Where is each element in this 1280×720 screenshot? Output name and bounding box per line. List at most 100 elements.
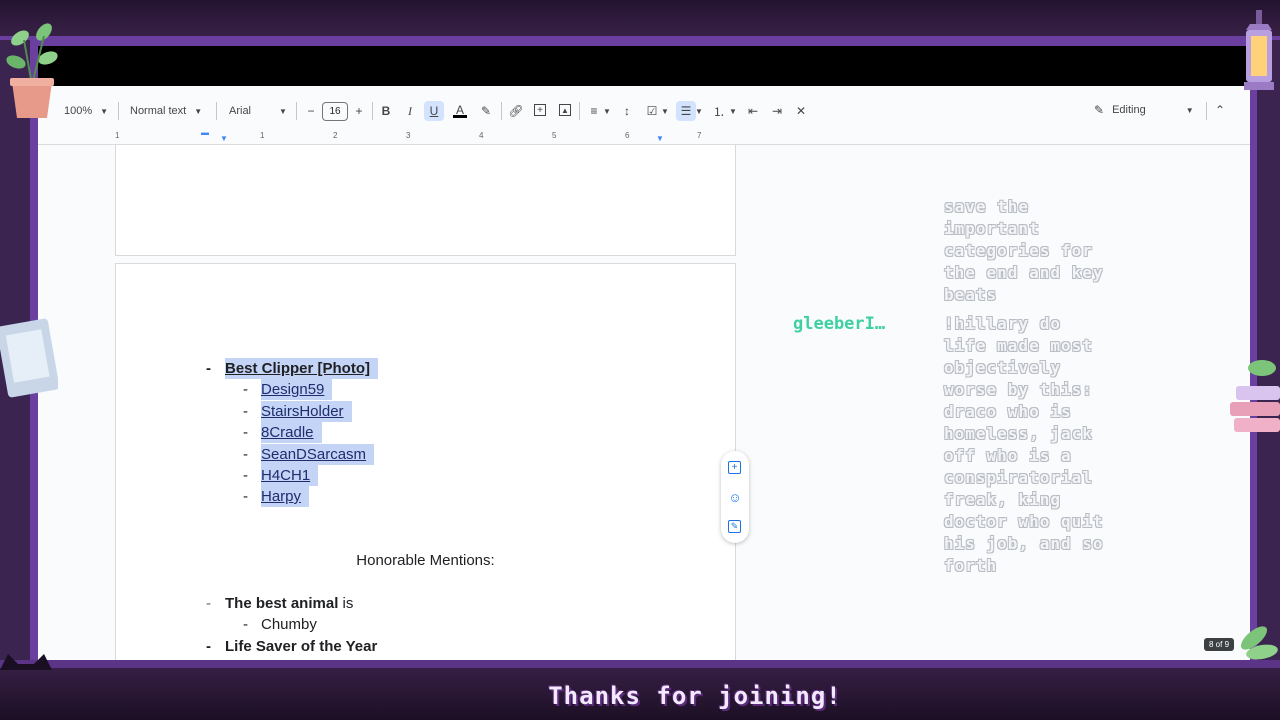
- checklist-dropdown[interactable]: ▼: [659, 103, 669, 119]
- life-saver-line[interactable]: Life Saver of the Year: [225, 638, 377, 655]
- browser-top-strip: [38, 46, 1250, 86]
- link-icon[interactable]: 🔗︎: [508, 104, 523, 118]
- bullet-dropdown[interactable]: ▼: [693, 103, 703, 119]
- bulleted-list-icon[interactable]: ☰: [679, 104, 693, 118]
- stream-frame-top-border: [0, 36, 1280, 46]
- plant-leaves-icon: [1240, 626, 1278, 660]
- checklist-icon[interactable]: ☑: [645, 104, 659, 118]
- font-value: Arial: [229, 105, 252, 117]
- nominee-link[interactable]: SeanDSarcasm: [261, 444, 375, 465]
- nominee-item[interactable]: 8Cradle: [261, 422, 322, 443]
- decrease-font-size-icon[interactable]: −: [304, 104, 318, 118]
- toolbar-divider: [216, 102, 217, 120]
- honorable-mentions-heading[interactable]: Honorable Mentions:: [116, 552, 735, 569]
- style-select[interactable]: Normal text ▼: [130, 103, 202, 119]
- cat-ears-icon: [0, 654, 52, 670]
- best-animal-line[interactable]: The best animal is: [225, 595, 353, 612]
- list-bullet: -: [243, 381, 248, 398]
- nominee-item[interactable]: Design59: [261, 379, 333, 400]
- mode-label: Editing: [1112, 104, 1146, 116]
- clear-formatting-icon[interactable]: ✕: [794, 104, 808, 118]
- ruler-number: 5: [552, 131, 557, 140]
- animal-label: The best animal: [225, 595, 339, 612]
- heading-text: Best Clipper [Photo]: [225, 358, 378, 379]
- increase-font-size-icon[interactable]: +: [352, 104, 366, 118]
- ruler-number: 1: [260, 131, 265, 140]
- animal-value[interactable]: Chumby: [261, 616, 317, 633]
- chevron-down-icon: ▼: [695, 106, 703, 116]
- chevron-down-icon: ▼: [100, 106, 109, 116]
- nominee-item[interactable]: StairsHolder: [261, 401, 352, 422]
- list-bullet: -: [243, 403, 248, 420]
- style-value: Normal text: [130, 105, 187, 117]
- editing-mode-select[interactable]: ✎ Editing ▼: [1094, 103, 1194, 117]
- italic-icon[interactable]: I: [403, 104, 417, 118]
- list-bullet: -: [206, 595, 211, 612]
- font-size-input[interactable]: 16: [322, 102, 348, 121]
- nominee-link[interactable]: 8Cradle: [261, 422, 322, 443]
- collapse-menus-icon[interactable]: ⌃: [1215, 103, 1225, 117]
- list-bullet: -: [243, 467, 248, 484]
- toolbar-divider: [579, 102, 580, 120]
- toolbar-divider: [118, 102, 119, 120]
- insert-image-icon[interactable]: ▲: [559, 104, 571, 116]
- highlight-pen-icon[interactable]: ✎: [479, 104, 493, 118]
- footer-text: Thanks for joining!: [548, 682, 842, 710]
- chevron-down-icon: ▼: [279, 106, 287, 116]
- document-page[interactable]: - Best Clipper [Photo] - Design59 - Stai…: [115, 263, 736, 660]
- stream-frame-bottom-border: [0, 660, 1280, 668]
- first-line-indent-marker[interactable]: ▬: [201, 128, 209, 137]
- picture-frame-icon: [0, 318, 58, 398]
- list-bullet: -: [243, 446, 248, 463]
- left-indent-marker[interactable]: ▼: [220, 134, 228, 143]
- increase-indent-icon[interactable]: ⇥: [770, 104, 784, 118]
- nominee-link[interactable]: StairsHolder: [261, 401, 352, 422]
- stream-frame-top: [0, 0, 1280, 40]
- chat-username: gleeberI…: [793, 314, 886, 334]
- ruler-number: 2: [333, 131, 338, 140]
- align-left-icon[interactable]: ≡: [587, 104, 601, 118]
- books-stack-icon: [1230, 360, 1280, 432]
- document-page[interactable]: [115, 145, 736, 256]
- decrease-indent-icon[interactable]: ⇤: [746, 104, 760, 118]
- horizontal-ruler: 1 1 2 3 4 5 6 7 ▬ ▼ ▼: [115, 128, 735, 144]
- align-dropdown[interactable]: ▼: [601, 103, 611, 119]
- add-comment-icon[interactable]: +: [534, 104, 546, 116]
- nominee-link[interactable]: Design59: [261, 379, 333, 400]
- ruler-number: 6: [625, 131, 630, 140]
- chevron-down-icon: ▼: [1185, 105, 1194, 115]
- category-heading[interactable]: Best Clipper [Photo]: [225, 358, 378, 379]
- ruler-number: 4: [479, 131, 484, 140]
- numbered-dropdown[interactable]: ▼: [727, 103, 737, 119]
- animal-suffix: is: [338, 595, 354, 612]
- docs-toolbar: 100% ▼ Normal text ▼ Arial ▼ − 16 + B I …: [38, 86, 1250, 136]
- right-indent-marker[interactable]: ▼: [656, 134, 664, 143]
- list-bullet: -: [206, 360, 211, 377]
- potted-plant-icon: [6, 23, 58, 118]
- toolbar-divider: [501, 102, 502, 120]
- zoom-select[interactable]: 100% ▼: [64, 103, 108, 119]
- bold-icon[interactable]: B: [379, 104, 393, 118]
- nominee-link[interactable]: H4CH1: [261, 465, 319, 486]
- numbered-list-icon[interactable]: ⒈: [712, 104, 726, 119]
- nominee-item[interactable]: Harpy: [261, 486, 310, 507]
- chat-message: !hillary do life made most objectively w…: [944, 314, 1104, 575]
- list-bullet: -: [206, 638, 211, 655]
- chevron-down-icon: ▼: [194, 106, 203, 116]
- text-color-icon[interactable]: A: [453, 103, 467, 118]
- nominee-link[interactable]: Harpy: [261, 486, 310, 507]
- add-comment-icon[interactable]: +: [728, 461, 741, 474]
- add-emoji-reaction-icon[interactable]: ☺: [728, 490, 742, 505]
- font-select[interactable]: Arial ▼: [229, 103, 287, 119]
- chevron-down-icon: ▼: [603, 106, 611, 116]
- list-bullet: -: [243, 488, 248, 505]
- chevron-down-icon: ▼: [661, 106, 669, 116]
- underline-icon[interactable]: U: [427, 104, 441, 118]
- nominee-item[interactable]: H4CH1: [261, 465, 319, 486]
- suggest-edits-icon[interactable]: ✎: [728, 520, 741, 533]
- nominee-item[interactable]: SeanDSarcasm: [261, 444, 375, 465]
- line-spacing-icon[interactable]: ↕: [620, 104, 634, 118]
- lantern-icon: [1244, 10, 1274, 90]
- stream-footer: Thanks for joining!: [0, 682, 1280, 710]
- chevron-down-icon: ▼: [729, 106, 737, 116]
